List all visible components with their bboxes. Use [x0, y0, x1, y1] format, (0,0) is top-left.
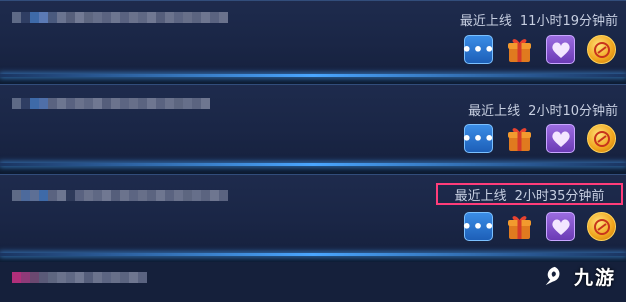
friend-row-1[interactable]: 最近上线 11小时19分钟前 •••: [0, 0, 626, 77]
row-glow-divider: [0, 74, 626, 77]
last-online-time: 2小时10分钟前: [528, 104, 618, 119]
player-name-blurred: [12, 190, 228, 201]
friend-row-2[interactable]: 最近上线 2小时10分钟前 •••: [0, 84, 626, 166]
coin-icon[interactable]: [587, 35, 616, 64]
coin-icon[interactable]: [587, 124, 616, 153]
row-divider-top: [0, 84, 626, 85]
last-online-time: 11小时19分钟前: [519, 14, 618, 29]
watermark-text: 九游: [574, 266, 617, 289]
last-online-label: 最近上线: [459, 14, 512, 29]
heart-icon[interactable]: [546, 212, 575, 241]
gift-icon[interactable]: [505, 124, 534, 153]
gift-icon[interactable]: [505, 212, 534, 241]
heart-icon[interactable]: [546, 124, 575, 153]
player-name-blurred: [12, 272, 147, 283]
gift-icon[interactable]: [505, 35, 534, 64]
row-divider-top: [0, 0, 626, 1]
chat-icon[interactable]: •••: [462, 124, 494, 153]
row-glow-divider: [0, 163, 626, 166]
chat-icon[interactable]: •••: [462, 35, 494, 64]
player-name-blurred: [12, 12, 228, 23]
friend-actions: •••: [462, 124, 616, 153]
last-online-status: 最近上线 2小时10分钟前: [468, 100, 618, 119]
friend-actions: •••: [462, 212, 616, 241]
last-online-label: 最近上线: [454, 188, 507, 204]
heart-icon[interactable]: [546, 35, 575, 64]
watermark-logo-icon: [545, 266, 560, 286]
highlighted-last-online-status: 最近上线 2小时35分钟前: [436, 183, 623, 205]
player-name-blurred: [12, 98, 210, 109]
chat-icon[interactable]: •••: [462, 212, 494, 241]
coin-icon[interactable]: [587, 212, 616, 241]
friend-actions: •••: [462, 35, 616, 64]
watermark: 九游: [424, 250, 626, 302]
last-online-label: 最近上线: [468, 104, 521, 119]
row-divider-top: [0, 174, 626, 175]
last-online-time: 2小时35分钟前: [514, 188, 605, 204]
last-online-status: 最近上线 11小时19分钟前: [460, 10, 618, 29]
